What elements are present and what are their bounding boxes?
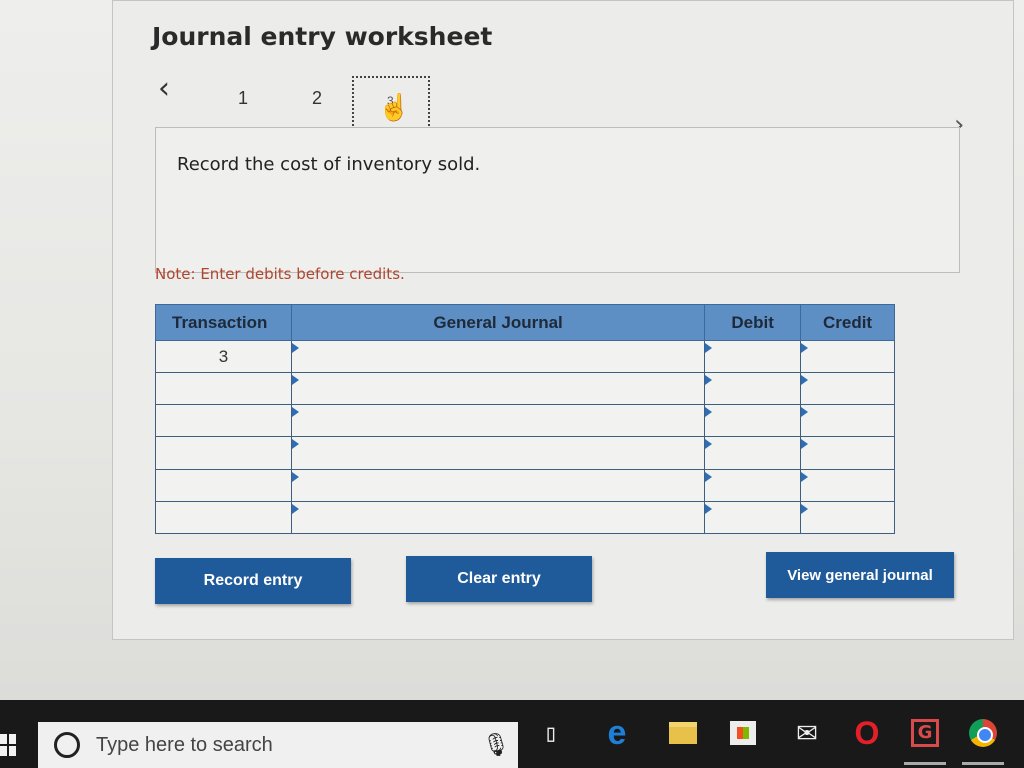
microphone-icon[interactable]: 🎙 [482,732,510,758]
table-row [155,436,895,470]
instruction-box: Record the cost of inventory sold. [155,127,960,273]
record-entry-button[interactable]: Record entry [155,558,351,604]
journal-table: Transaction General Journal Debit Credit… [155,304,895,535]
account-select[interactable] [290,500,706,535]
table-row [155,500,895,535]
debit-input[interactable] [704,339,802,374]
table-row [155,372,895,406]
chrome-icon[interactable] [966,716,1000,750]
header-general-journal: General Journal [290,304,706,341]
taskbar: Type here to search 🎙 ▯ e ✉ O G [0,700,1024,768]
step-tab-2[interactable]: 2 [312,88,322,109]
windows-icon[interactable] [0,734,16,756]
search-icon [54,732,80,758]
credit-input[interactable] [800,372,895,406]
transaction-cell[interactable]: 3 [155,339,292,374]
table-row [155,404,895,438]
credit-input[interactable] [800,339,895,374]
chevron-left-icon[interactable]: ‹ [158,74,170,104]
hand-pointer-icon: ☝ [378,92,411,122]
account-select[interactable] [290,404,706,438]
opera-icon[interactable]: O [850,716,884,750]
account-select[interactable] [290,372,706,406]
task-view-icon[interactable]: ▯ [534,716,568,750]
file-explorer-icon[interactable] [666,716,700,750]
store-icon[interactable] [726,716,760,750]
credit-input[interactable] [800,468,895,502]
header-credit: Credit [800,304,895,341]
browser-content: Journal entry worksheet ‹ › 1 2 3 ☝ Reco… [0,0,1024,700]
page-title: Journal entry worksheet [152,22,493,51]
debit-input[interactable] [704,404,802,438]
transaction-cell[interactable] [155,468,292,502]
header-debit: Debit [704,304,802,341]
transaction-cell[interactable] [155,372,292,406]
app-g-icon[interactable]: G [908,716,942,750]
header-transaction: Transaction [155,304,292,341]
search-placeholder: Type here to search [96,734,273,756]
clear-entry-button[interactable]: Clear entry [406,556,592,602]
account-select[interactable] [290,468,706,502]
transaction-cell[interactable] [155,404,292,438]
transaction-cell[interactable] [155,436,292,470]
edge-icon[interactable]: e [600,716,634,750]
table-header-row: Transaction General Journal Debit Credit [155,304,895,341]
view-general-journal-button[interactable]: View general journal [766,552,954,598]
credit-input[interactable] [800,500,895,535]
instruction-text: Record the cost of inventory sold. [177,154,481,175]
step-tab-1[interactable]: 1 [238,88,248,109]
account-select[interactable] [290,339,706,374]
debit-input[interactable] [704,436,802,470]
account-select[interactable] [290,436,706,470]
note-text: Note: Enter debits before credits. [155,265,405,283]
debit-input[interactable] [704,468,802,502]
credit-input[interactable] [800,436,895,470]
credit-input[interactable] [800,404,895,438]
mail-icon[interactable]: ✉ [790,716,824,750]
table-row [155,468,895,502]
debit-input[interactable] [704,372,802,406]
active-app-indicator [904,762,946,765]
transaction-cell[interactable] [155,500,292,535]
taskbar-search[interactable]: Type here to search 🎙 [38,722,518,768]
debit-input[interactable] [704,500,802,535]
table-row: 3 [155,339,895,374]
active-app-indicator [962,762,1004,765]
